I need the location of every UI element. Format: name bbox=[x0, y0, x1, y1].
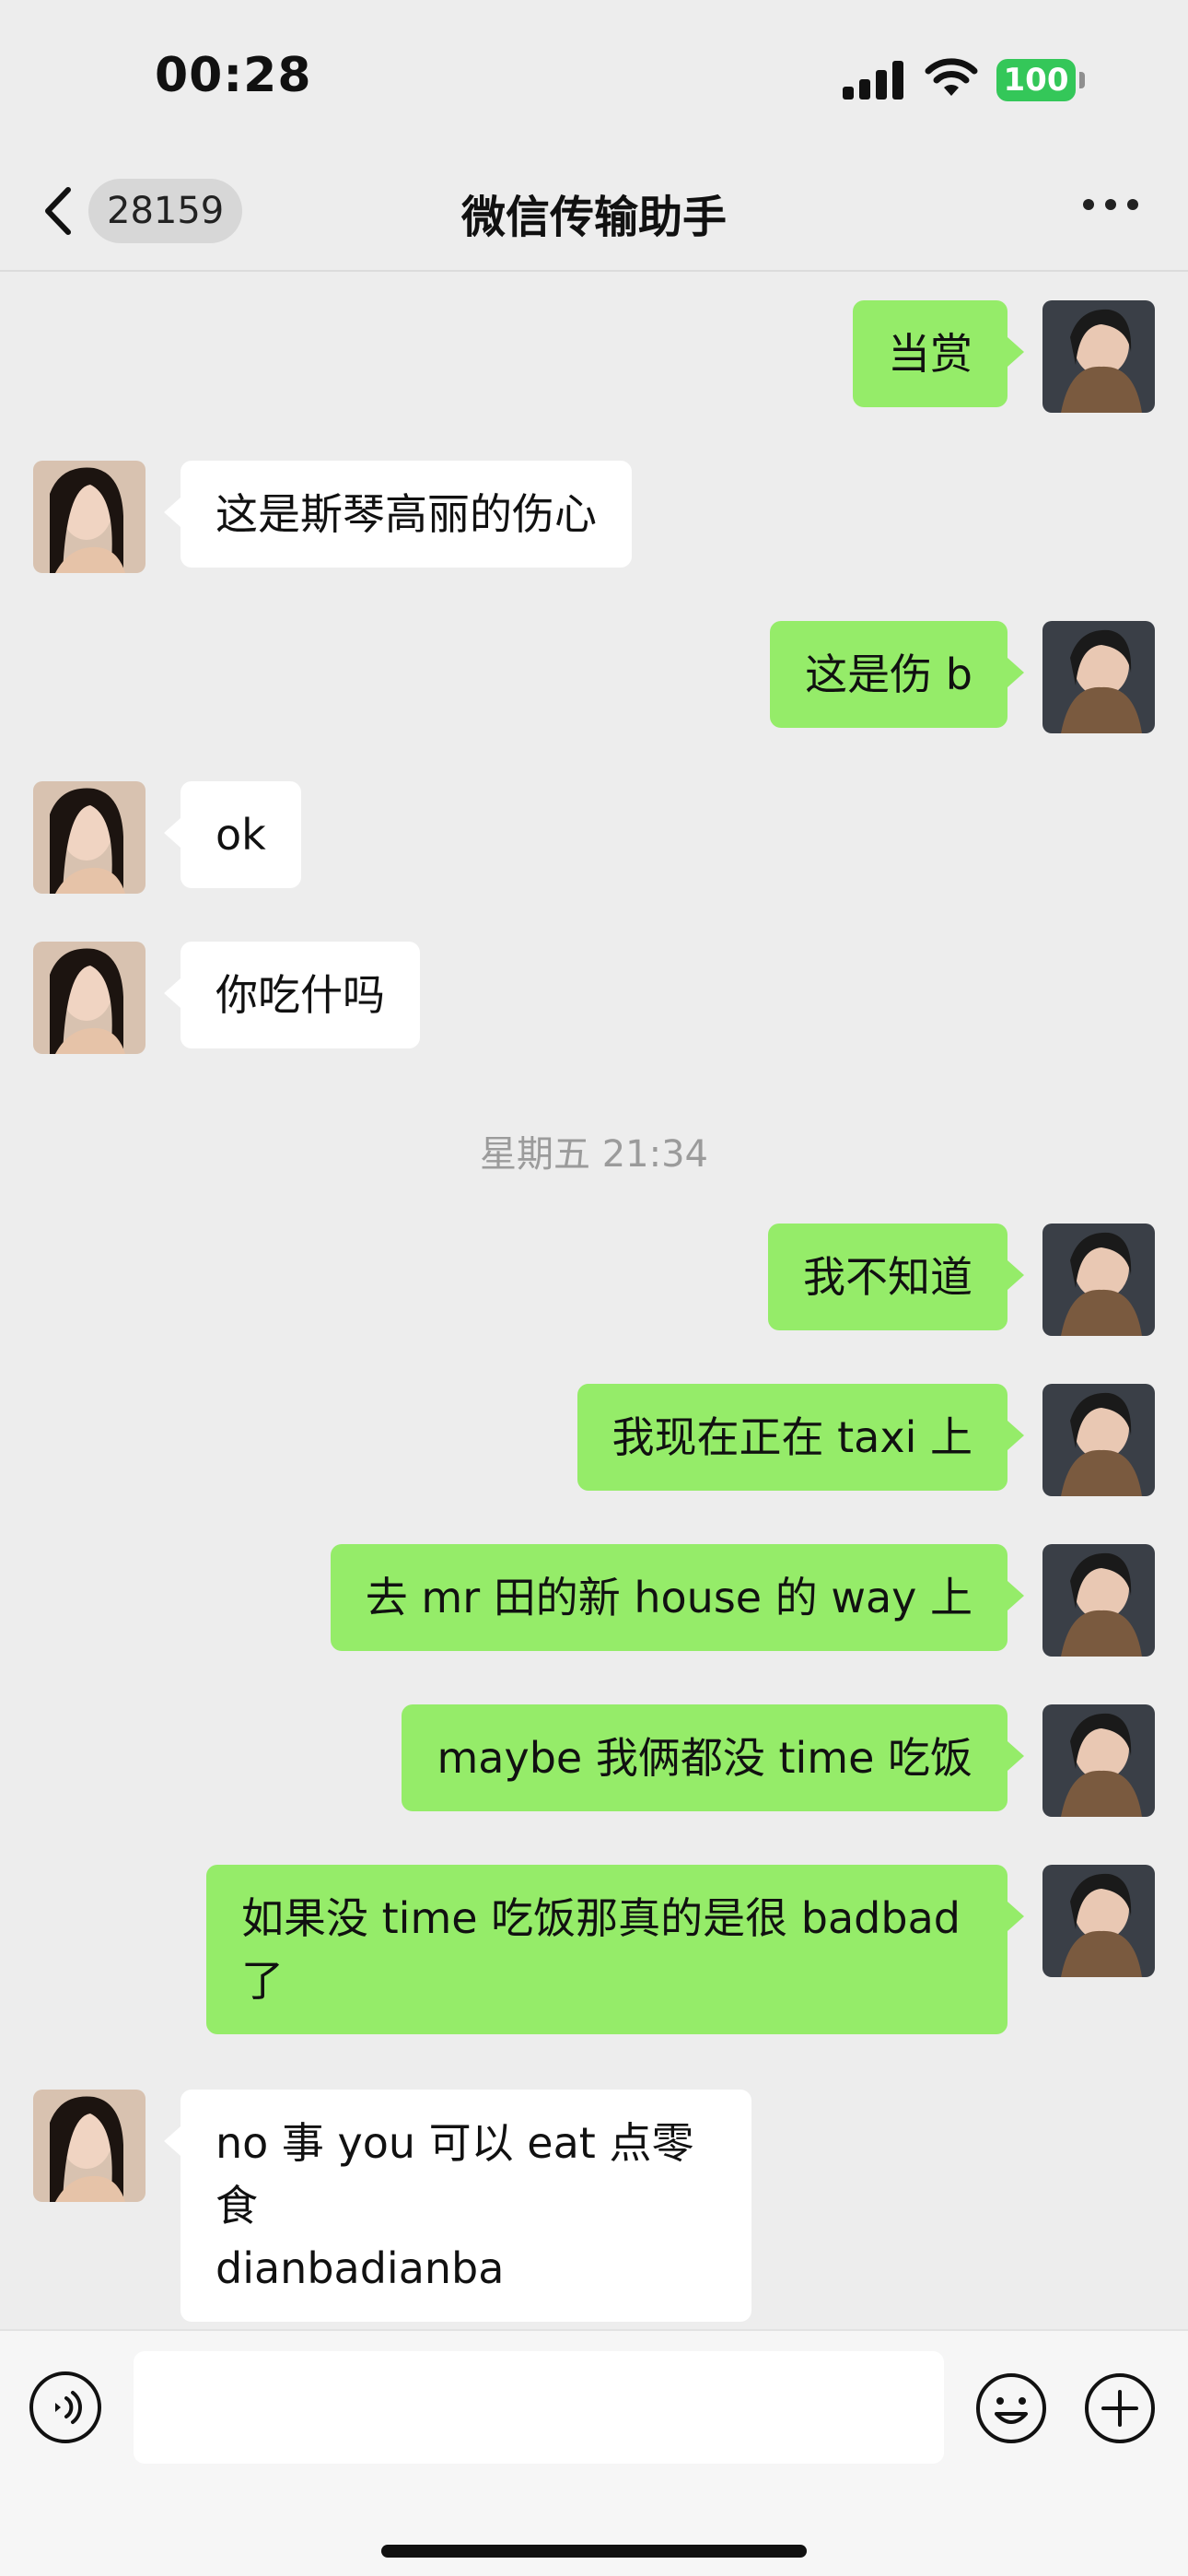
wifi-icon bbox=[925, 58, 978, 96]
incoming-message-bubble[interactable]: no 事 you 可以 eat 点零食 dianbadianba bbox=[164, 2090, 751, 2322]
incoming-message-bubble[interactable]: 这是斯琴高丽的伤心 bbox=[164, 461, 632, 568]
home-indicator bbox=[381, 2545, 807, 2558]
battery-tip bbox=[1079, 72, 1085, 88]
outgoing-message-bubble[interactable]: 如果没 time 吃饭那真的是很 badbad 了 bbox=[206, 1865, 1024, 2034]
cellular-signal-icon bbox=[843, 59, 905, 100]
status-time: 00:28 bbox=[155, 48, 312, 103]
my-avatar[interactable] bbox=[1042, 1224, 1155, 1336]
battery-icon: 100 bbox=[996, 59, 1076, 101]
nav-bar: 28159 微信传输助手 bbox=[0, 157, 1188, 272]
my-avatar[interactable] bbox=[1042, 1384, 1155, 1496]
page-title: 微信传输助手 bbox=[460, 192, 727, 243]
plus-icon[interactable] bbox=[1083, 2371, 1157, 2445]
my-avatar[interactable] bbox=[1042, 1544, 1155, 1657]
incoming-message-bubble[interactable]: 你吃什吗 bbox=[164, 942, 420, 1048]
outgoing-message-bubble[interactable]: 这是伤 b bbox=[770, 621, 1024, 728]
contact-avatar[interactable] bbox=[33, 781, 146, 894]
message-input[interactable] bbox=[134, 2351, 944, 2464]
contact-avatar[interactable] bbox=[33, 2090, 146, 2202]
contact-avatar[interactable] bbox=[33, 461, 146, 573]
incoming-message-bubble[interactable]: ok bbox=[164, 781, 301, 888]
contact-avatar[interactable] bbox=[33, 942, 146, 1054]
outgoing-message-bubble[interactable]: 我不知道 bbox=[768, 1224, 1024, 1330]
outgoing-message-bubble[interactable]: 去 mr 田的新 house 的 way 上 bbox=[330, 1544, 1025, 1651]
outgoing-message-bubble[interactable]: 当赏 bbox=[853, 300, 1024, 407]
status-bar: 00:28 100 bbox=[0, 0, 1188, 157]
my-avatar[interactable] bbox=[1042, 621, 1155, 733]
outgoing-message-bubble[interactable]: maybe 我俩都没 time 吃饭 bbox=[402, 1704, 1024, 1811]
emoji-icon[interactable] bbox=[974, 2371, 1048, 2445]
message-timestamp: 星期五 21:34 bbox=[480, 1133, 708, 1176]
chat-screen: 00:28 100 28159 微信传输助手 当赏 这是斯琴高丽的伤心 这是伤 … bbox=[0, 0, 1188, 2576]
my-avatar[interactable] bbox=[1042, 1865, 1155, 1977]
more-icon[interactable] bbox=[1083, 199, 1138, 217]
my-avatar[interactable] bbox=[1042, 300, 1155, 413]
voice-icon[interactable] bbox=[29, 2371, 101, 2443]
outgoing-message-bubble[interactable]: 我现在正在 taxi 上 bbox=[577, 1384, 1025, 1491]
input-bar bbox=[0, 2329, 1188, 2576]
my-avatar[interactable] bbox=[1042, 1704, 1155, 1817]
